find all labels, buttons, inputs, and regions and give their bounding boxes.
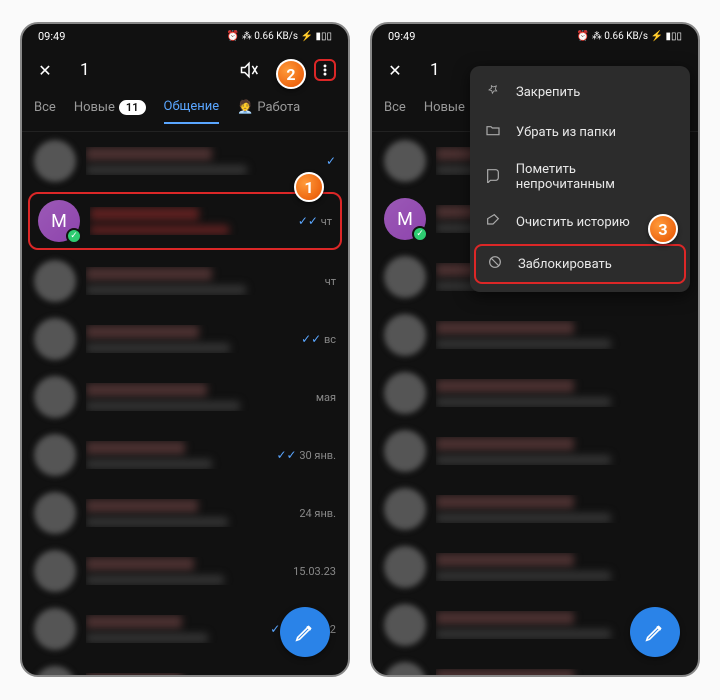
menu-label: Закрепить (516, 85, 580, 100)
status-indicators: ⏰ ⁂ 0.66 KB/s ⚡ ▮▯▯ (227, 31, 332, 42)
tab-new[interactable]: Новые (424, 100, 465, 123)
block-icon (486, 254, 504, 274)
chat-list: ✓ M ✓ ✓✓ чт чт ✓✓ вс мая ✓✓ 30 янв. 24 я… (22, 132, 348, 677)
context-menu: Закрепить Убрать из папки Пометить непро… (470, 66, 690, 292)
chat-row[interactable]: мая (22, 368, 348, 426)
compose-fab[interactable] (630, 607, 680, 657)
status-indicators: ⏰ ⁂ 0.66 KB/s ⚡ ▮▯▯ (577, 31, 682, 42)
check-badge-icon: ✓ (412, 226, 428, 242)
status-time: 09:49 (388, 30, 415, 43)
status-bar: 09:49 ⏰ ⁂ 0.66 KB/s ⚡ ▮▯▯ (22, 24, 348, 48)
menu-mark-unread[interactable]: Пометить непрочитанным (470, 152, 690, 202)
menu-label: Убрать из папки (516, 125, 616, 140)
more-icon[interactable] (314, 59, 336, 81)
chat-row[interactable] (372, 306, 698, 364)
check-badge-icon: ✓ (66, 228, 82, 244)
chat-row[interactable] (372, 364, 698, 422)
menu-block[interactable]: Заблокировать (474, 244, 686, 284)
menu-pin[interactable]: Закрепить (470, 72, 690, 112)
chat-row-selected[interactable]: M ✓ ✓✓ чт (28, 192, 342, 250)
chat-row[interactable]: чт (22, 252, 348, 310)
folder-tabs: Все Новые11 Общение 🧑‍💼Работа (22, 92, 348, 132)
chat-row[interactable] (372, 654, 698, 677)
callout-3: 3 (648, 214, 678, 244)
phone-left: 09:49 ⏰ ⁂ 0.66 KB/s ⚡ ▮▯▯ ✕ 1 Все Новые1… (20, 22, 350, 677)
status-bar: 09:49 ⏰ ⁂ 0.66 KB/s ⚡ ▮▯▯ (372, 24, 698, 48)
selection-count: 1 (80, 60, 222, 80)
chat-row[interactable]: ✓✓ вс (22, 310, 348, 368)
read-ticks-icon: ✓ (326, 154, 336, 168)
mute-icon[interactable] (238, 59, 260, 81)
chat-row[interactable] (372, 480, 698, 538)
phone-right: 09:49 ⏰ ⁂ 0.66 KB/s ⚡ ▮▯▯ ✕ 1 Все Новые … (370, 22, 700, 677)
chat-row[interactable]: ✓✓ 09.12.22 (22, 658, 348, 677)
chat-row[interactable] (372, 422, 698, 480)
tab-new[interactable]: Новые11 (74, 100, 146, 123)
tab-work[interactable]: 🧑‍💼Работа (237, 100, 300, 123)
folder-remove-icon (484, 122, 502, 142)
tab-all[interactable]: Все (34, 100, 56, 123)
unread-icon (484, 167, 502, 187)
chat-time: чт (321, 215, 332, 228)
close-icon[interactable]: ✕ (34, 59, 56, 81)
menu-label: Очистить историю (516, 215, 630, 230)
pin-icon (484, 82, 502, 102)
broom-icon (484, 212, 502, 232)
status-time: 09:49 (38, 30, 65, 43)
menu-remove-folder[interactable]: Убрать из папки (470, 112, 690, 152)
read-ticks-icon: ✓✓ (298, 214, 318, 228)
chat-row[interactable]: 24 янв. (22, 484, 348, 542)
tab-all[interactable]: Все (384, 100, 406, 123)
work-emoji: 🧑‍💼 (237, 100, 253, 115)
tab-new-badge: 11 (119, 100, 146, 115)
tab-chat[interactable]: Общение (164, 99, 220, 124)
menu-label: Пометить непрочитанным (516, 162, 676, 192)
avatar (34, 140, 76, 182)
chat-row[interactable]: ✓✓ 30 янв. (22, 426, 348, 484)
menu-label: Заблокировать (518, 257, 612, 272)
chat-row[interactable]: 15.03.23 (22, 542, 348, 600)
compose-fab[interactable] (280, 607, 330, 657)
close-icon[interactable]: ✕ (384, 59, 406, 81)
callout-1: 1 (294, 172, 324, 202)
callout-2: 2 (276, 59, 306, 89)
chat-row[interactable] (372, 538, 698, 596)
